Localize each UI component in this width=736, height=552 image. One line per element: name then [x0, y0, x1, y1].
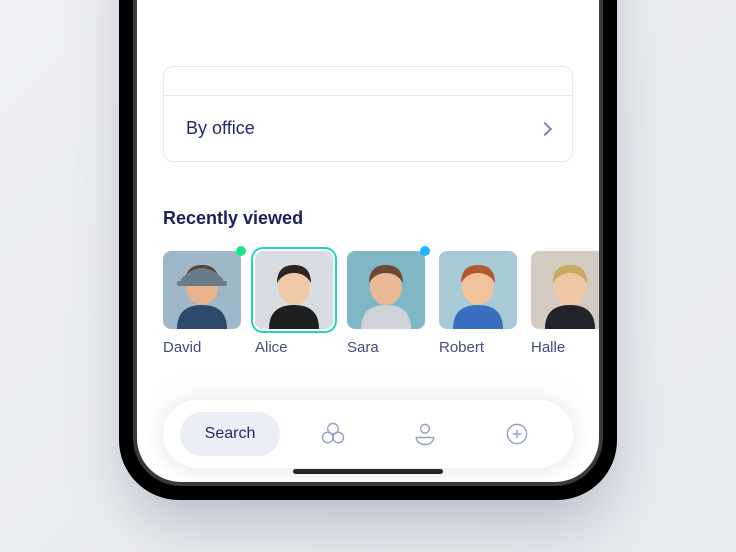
filter-row-by-office[interactable]: By office [164, 95, 572, 161]
tab-search-label: Search [205, 425, 256, 443]
person-name: Alice [255, 339, 288, 356]
person-card[interactable]: David [163, 251, 241, 356]
person-name: David [163, 339, 201, 356]
person-name: Robert [439, 339, 484, 356]
phone-frame: By office Recently viewed David Alice Sa… [119, 0, 617, 500]
section-title-recently-viewed: Recently viewed [163, 208, 573, 229]
avatar-image [531, 251, 599, 329]
avatar-illustration [439, 251, 517, 329]
person-name: Sara [347, 339, 379, 356]
chevron-right-icon [538, 121, 552, 135]
tab-search[interactable]: Search [180, 412, 280, 456]
avatar-illustration [347, 251, 425, 329]
bottom-tab-bar: Search [163, 400, 573, 468]
avatar-illustration [163, 251, 241, 329]
avatar[interactable] [255, 251, 333, 329]
filter-list: By office [163, 66, 573, 162]
person-name: Halle [531, 339, 565, 356]
tab-add[interactable] [478, 412, 556, 456]
avatar-image [255, 251, 333, 329]
avatar-illustration [531, 251, 599, 329]
phone-frame-inner: By office Recently viewed David Alice Sa… [133, 0, 603, 486]
filter-row-prev[interactable] [164, 67, 572, 95]
avatar-image [347, 251, 425, 329]
person-card[interactable]: Robert [439, 251, 517, 356]
plus-circle-icon [503, 420, 531, 448]
tab-profile[interactable] [386, 412, 464, 456]
groups-icon [319, 420, 347, 448]
status-dot [420, 246, 430, 256]
tab-groups[interactable] [294, 412, 372, 456]
avatar[interactable] [163, 251, 241, 329]
avatar[interactable] [439, 251, 517, 329]
avatar-image [439, 251, 517, 329]
avatar-image [163, 251, 241, 329]
person-card[interactable]: Halle [531, 251, 599, 356]
home-indicator [293, 469, 443, 474]
profile-icon [411, 420, 439, 448]
person-card[interactable]: Sara [347, 251, 425, 356]
avatar-illustration [255, 251, 333, 329]
filter-row-label: By office [186, 118, 255, 139]
person-card[interactable]: Alice [255, 251, 333, 356]
status-dot [236, 246, 246, 256]
recently-viewed-strip[interactable]: David Alice Sara Robert Halle [163, 251, 599, 356]
avatar[interactable] [531, 251, 599, 329]
screen: By office Recently viewed David Alice Sa… [137, 0, 599, 482]
avatar[interactable] [347, 251, 425, 329]
